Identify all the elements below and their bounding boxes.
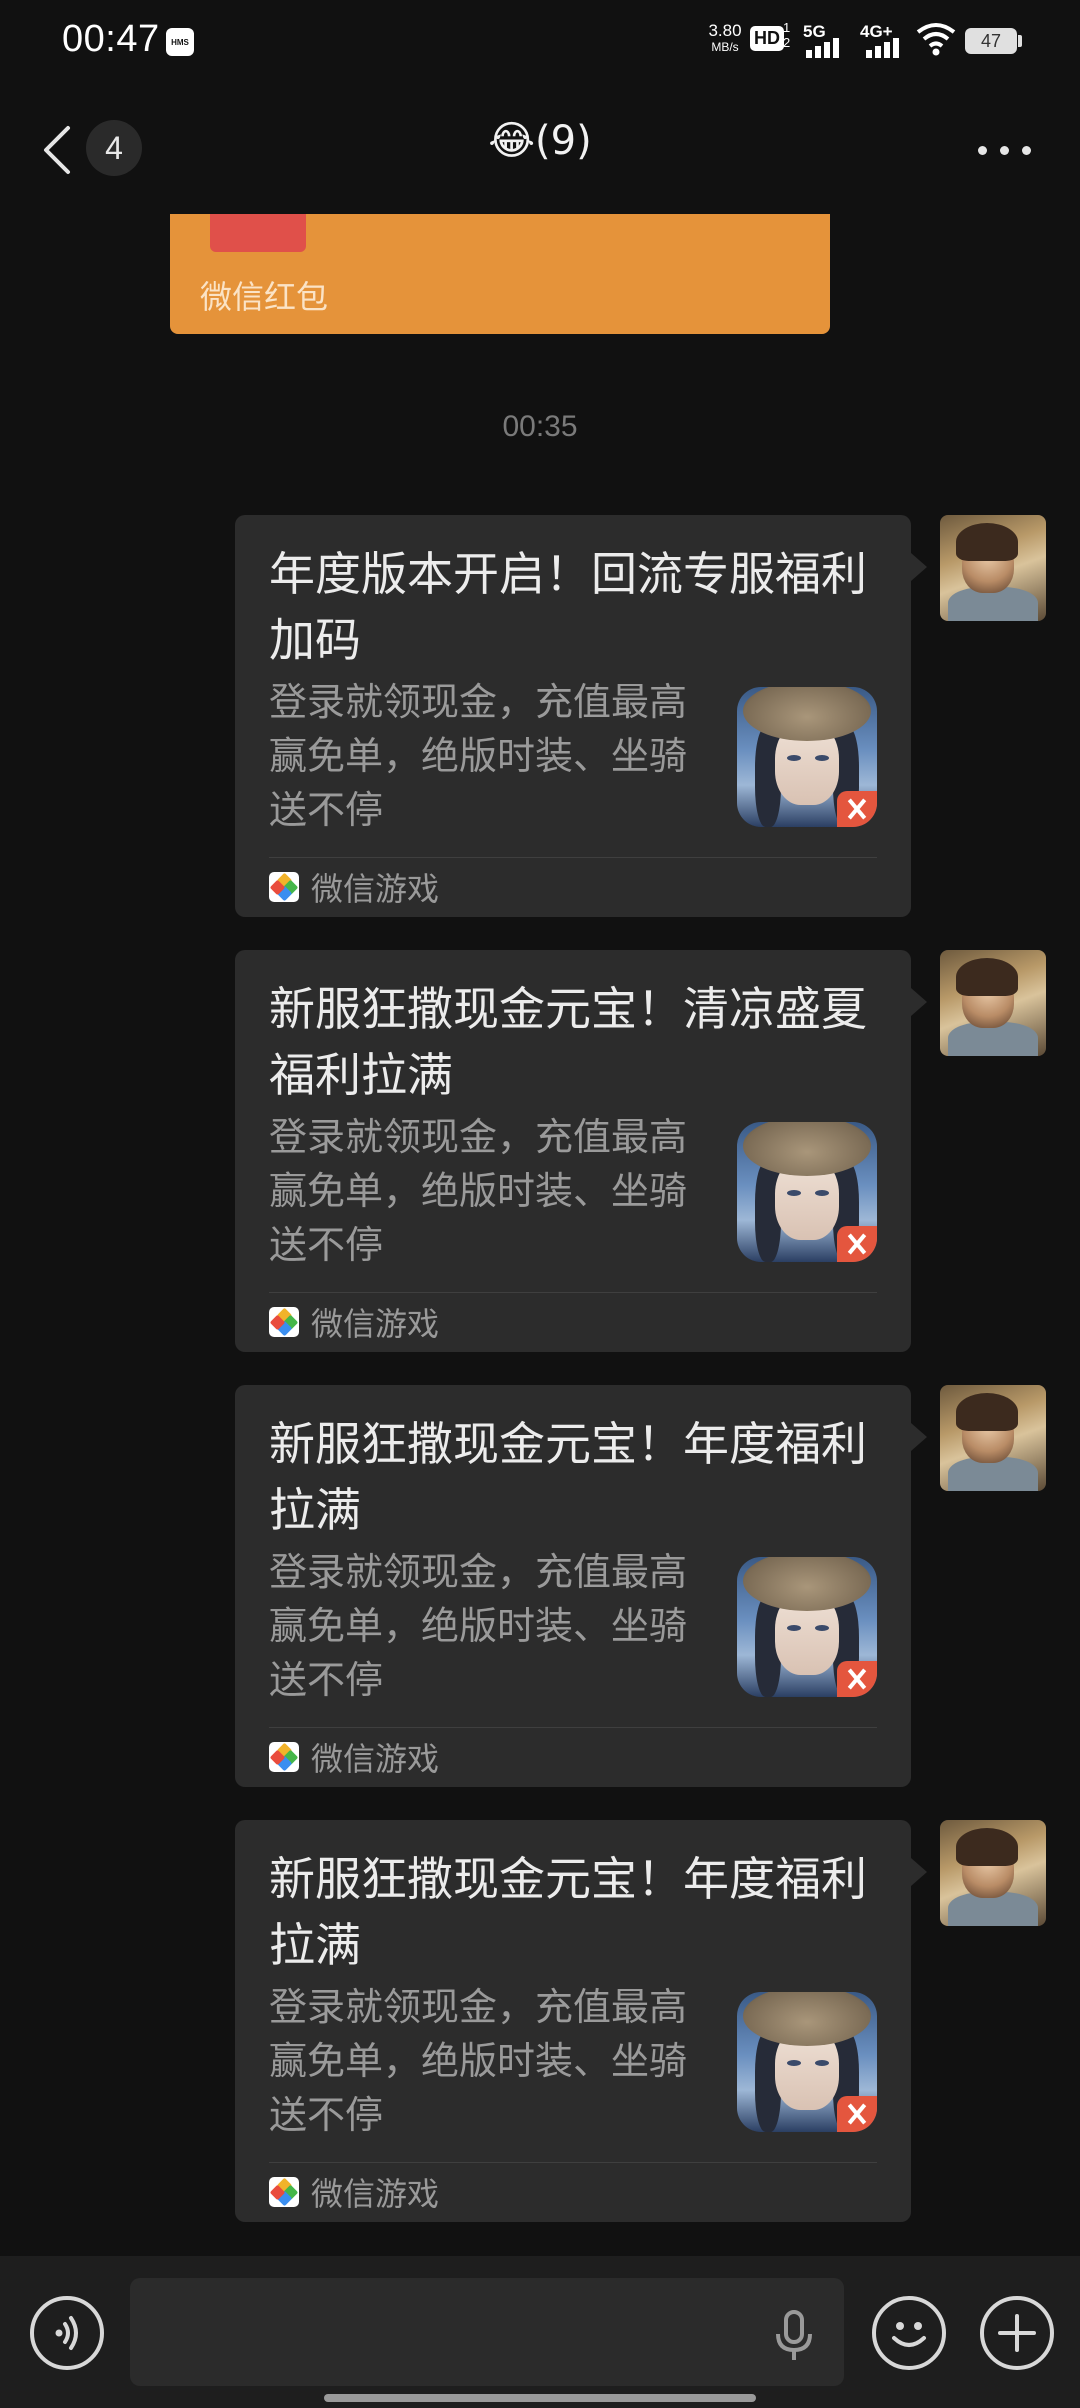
thumb-shape — [787, 1625, 801, 1631]
wechat-games-icon — [269, 2177, 299, 2207]
thumb-badge-icon — [837, 1226, 877, 1262]
message-list[interactable]: 微信红包 00:35 年度版本开启！回流专服福利加码 登录就领现金，充值最高赢免… — [0, 214, 1080, 2254]
wifi-icon — [916, 23, 956, 56]
hd-sim-indicator: 1 2 — [783, 20, 790, 50]
plus-cross-icon — [998, 2314, 1036, 2352]
card-title: 年度版本开启！回流专服福利加码 — [269, 547, 867, 667]
hd-sub-1: 1 — [783, 20, 791, 35]
thumb-shape — [815, 2060, 829, 2066]
card-title: 新服狂撒现金元宝！年度福利拉满 — [269, 1417, 867, 1537]
message-item: 年度版本开启！回流专服福利加码 登录就领现金，充值最高赢免单，绝版时装、坐骑送不… — [0, 515, 1080, 917]
game-thumbnail — [737, 1557, 877, 1697]
input-bar — [0, 2256, 1080, 2408]
red-packet-label: 微信红包 — [200, 278, 329, 316]
card-description: 登录就领现金，充值最高赢免单，绝版时装、坐骑送不停 — [269, 1550, 688, 1702]
avatar[interactable] — [940, 515, 1046, 621]
thumb-shape — [815, 1190, 829, 1196]
card-source: 微信游戏 — [269, 2172, 440, 2213]
battery-icon: 47 — [965, 28, 1017, 54]
avatar-shape — [956, 958, 1018, 996]
card-description: 登录就领现金，充值最高赢免单，绝版时装、坐骑送不停 — [269, 1115, 688, 1267]
home-indicator[interactable] — [324, 2394, 756, 2402]
dot — [978, 146, 987, 155]
game-thumbnail — [737, 687, 877, 827]
hms-icon: HMS — [166, 28, 194, 56]
microphone-icon[interactable] — [770, 2310, 818, 2362]
thumb-badge-icon — [837, 791, 877, 827]
bubble-tail — [911, 1858, 927, 1886]
chat-header: 4 😂(9) — [0, 100, 1080, 200]
wechat-games-icon — [269, 1307, 299, 1337]
red-packet-message[interactable]: 微信红包 — [170, 214, 830, 334]
game-share-card[interactable]: 年度版本开启！回流专服福利加码 登录就领现金，充值最高赢免单，绝版时装、坐骑送不… — [235, 515, 911, 917]
game-share-card[interactable]: 新服狂撒现金元宝！清凉盛夏福利拉满 登录就领现金，充值最高赢免单，绝版时装、坐骑… — [235, 950, 911, 1352]
thumb-shape — [787, 755, 801, 761]
card-title: 新服狂撒现金元宝！年度福利拉满 — [269, 1852, 867, 1972]
time-divider: 00:35 — [502, 410, 578, 443]
voice-waves-icon — [55, 2316, 78, 2350]
network-speed-unit: MB/s — [711, 40, 739, 54]
avatar[interactable] — [940, 1820, 1046, 1926]
smiley-icon[interactable] — [872, 2296, 946, 2370]
card-source-label: 微信游戏 — [311, 2175, 440, 2213]
thumb-shape — [787, 1190, 801, 1196]
card-source: 微信游戏 — [269, 1737, 440, 1778]
status-time: 00:47 — [62, 18, 160, 60]
thumb-badge-icon — [837, 1661, 877, 1697]
bubble-tail — [911, 1423, 927, 1451]
hd-icon: HD — [750, 26, 784, 51]
avatar-shape — [956, 523, 1018, 561]
card-description: 登录就领现金，充值最高赢免单，绝版时装、坐骑送不停 — [269, 1985, 688, 2137]
voice-toggle-icon[interactable] — [30, 2296, 104, 2370]
message-item: 新服狂撒现金元宝！年度福利拉满 登录就领现金，充值最高赢免单，绝版时装、坐骑送不… — [0, 1385, 1080, 1787]
network-speed: 3.80 MB/s — [700, 22, 750, 53]
card-source-label: 微信游戏 — [311, 870, 440, 908]
card-source-label: 微信游戏 — [311, 1740, 440, 1778]
thumb-badge-icon — [837, 2096, 877, 2132]
more-dots-icon[interactable] — [970, 128, 1040, 172]
game-thumbnail — [737, 1992, 877, 2132]
unread-count-badge[interactable]: 4 — [86, 120, 142, 176]
card-source: 微信游戏 — [269, 867, 440, 908]
chat-title: 😂(9) — [488, 118, 592, 164]
red-packet-icon — [210, 214, 306, 252]
card-divider — [269, 857, 877, 858]
battery-cap — [1018, 35, 1022, 47]
avatar-shape — [956, 1393, 1018, 1431]
card-title: 新服狂撒现金元宝！清凉盛夏福利拉满 — [269, 982, 867, 1102]
plus-icon[interactable] — [980, 2296, 1054, 2370]
avatar-shape — [956, 1828, 1018, 1866]
game-share-card[interactable]: 新服狂撒现金元宝！年度福利拉满 登录就领现金，充值最高赢免单，绝版时装、坐骑送不… — [235, 1820, 911, 2222]
hd-sub-2: 2 — [783, 35, 791, 50]
thumb-shape — [815, 755, 829, 761]
network-speed-value: 3.80 — [708, 21, 742, 40]
wechat-chat-screen: 00:47 HMS 3.80 MB/s HD 1 2 5G 4G+ 47 4 😂… — [0, 0, 1080, 2408]
card-description: 登录就领现金，充值最高赢免单，绝版时装、坐骑送不停 — [269, 680, 688, 832]
thumb-shape — [787, 2060, 801, 2066]
dot — [1022, 146, 1031, 155]
wechat-games-icon — [269, 1742, 299, 1772]
card-divider — [269, 1727, 877, 1728]
card-divider — [269, 2162, 877, 2163]
chevron-left-icon[interactable] — [36, 122, 76, 178]
card-source-label: 微信游戏 — [311, 1305, 440, 1343]
message-input[interactable] — [130, 2278, 844, 2386]
game-share-card[interactable]: 新服狂撒现金元宝！年度福利拉满 登录就领现金，充值最高赢免单，绝版时装、坐骑送不… — [235, 1385, 911, 1787]
avatar[interactable] — [940, 1385, 1046, 1491]
bubble-tail — [911, 988, 927, 1016]
signal-4g-icon — [866, 38, 899, 58]
message-item: 新服狂撒现金元宝！清凉盛夏福利拉满 登录就领现金，充值最高赢免单，绝版时装、坐骑… — [0, 950, 1080, 1352]
bubble-tail — [911, 553, 927, 581]
wechat-games-icon — [269, 872, 299, 902]
card-divider — [269, 1292, 877, 1293]
signal-5g-icon — [806, 38, 839, 58]
smiley-face-icon — [892, 2322, 926, 2347]
thumb-shape — [815, 1625, 829, 1631]
status-bar: 00:47 HMS 3.80 MB/s HD 1 2 5G 4G+ 47 — [0, 0, 1080, 80]
message-item: 新服狂撒现金元宝！年度福利拉满 登录就领现金，充值最高赢免单，绝版时装、坐骑送不… — [0, 1820, 1080, 2222]
dot — [1000, 146, 1009, 155]
game-thumbnail — [737, 1122, 877, 1262]
card-source: 微信游戏 — [269, 1302, 440, 1343]
avatar[interactable] — [940, 950, 1046, 1056]
